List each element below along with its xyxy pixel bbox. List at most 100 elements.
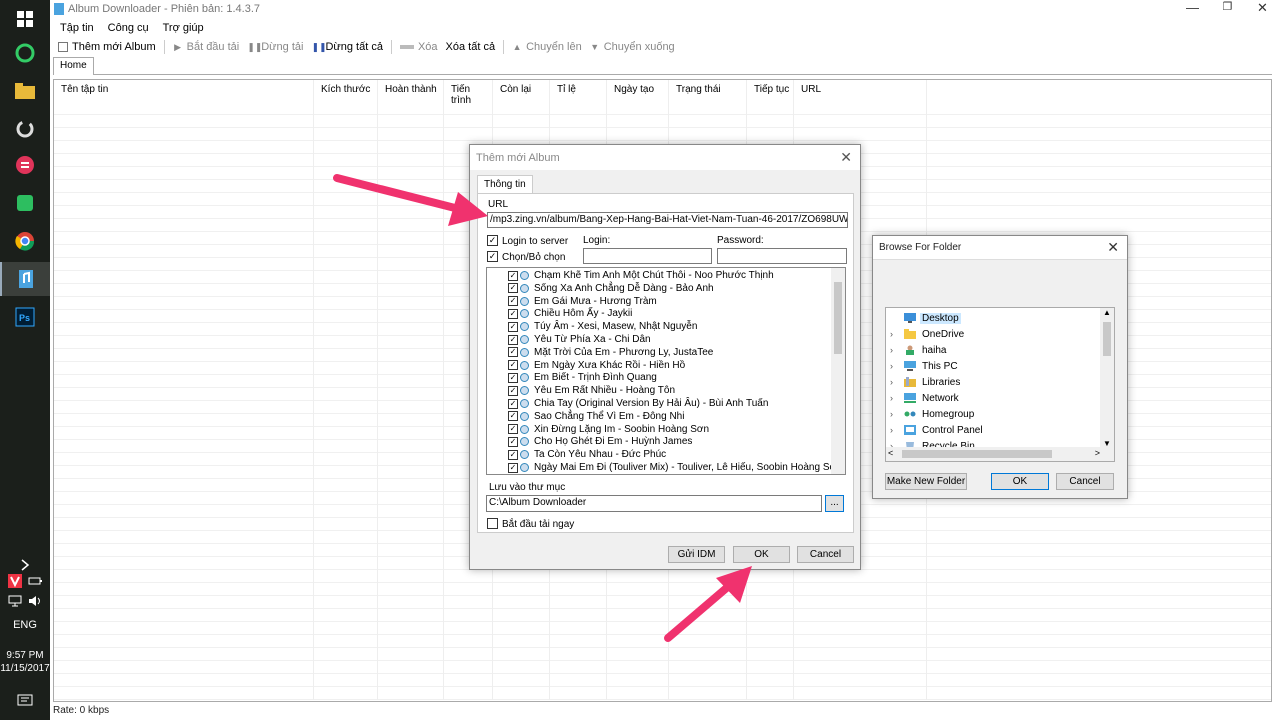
folder-item[interactable]: › Libraries: [886, 374, 962, 390]
file-explorer-icon[interactable]: [10, 76, 40, 106]
browse-folder-button[interactable]: ...: [825, 495, 844, 512]
song-checkbox[interactable]: ✓: [508, 360, 518, 371]
battery-icon[interactable]: [26, 571, 44, 591]
song-item[interactable]: ✓ Túy Âm - Xesi, Masew, Nhật Nguyễn: [487, 320, 697, 333]
folder-item[interactable]: › OneDrive: [886, 326, 966, 342]
folder-item[interactable]: › Network: [886, 390, 961, 406]
song-item[interactable]: ✓ Em Biết - Trịnh Đình Quang: [487, 371, 657, 384]
song-checkbox[interactable]: ✓: [508, 283, 518, 294]
expand-arrow-icon[interactable]: ›: [890, 425, 900, 435]
make-new-folder-button[interactable]: Make New Folder: [885, 473, 967, 490]
song-checkbox[interactable]: ✓: [508, 424, 518, 435]
song-item[interactable]: ✓ Yêu Từ Phía Xa - Chi Dân: [487, 333, 651, 346]
dialog-cancel-button[interactable]: Cancel: [797, 546, 854, 563]
menu-file[interactable]: Tập tin: [60, 22, 94, 34]
clock-time[interactable]: 9:57 PM: [0, 650, 50, 661]
folder-item[interactable]: › haiha: [886, 342, 948, 358]
add-album-dialog-close-icon[interactable]: ✕: [840, 149, 852, 166]
folder-tree-scroll-left-icon[interactable]: <: [888, 448, 893, 458]
windows-start-icon[interactable]: [10, 4, 40, 34]
song-item[interactable]: ✓ Cho Họ Ghét Đi Em - Huỳnh James: [487, 435, 692, 448]
delete-button[interactable]: Xóa: [399, 41, 438, 53]
song-tree-scroll-thumb[interactable]: [834, 282, 842, 354]
browse-ok-button[interactable]: OK: [991, 473, 1049, 490]
delete-all-button[interactable]: Xóa tất cả: [446, 41, 496, 53]
close-icon[interactable]: ✕: [1245, 0, 1280, 16]
column-filename[interactable]: Tên tập tin: [54, 80, 314, 700]
clock-date[interactable]: 11/15/2017: [0, 663, 50, 674]
login-to-server-checkbox[interactable]: ✓: [487, 235, 498, 246]
expand-arrow-icon[interactable]: ›: [890, 329, 900, 339]
volume-icon[interactable]: [26, 591, 44, 611]
cortana-icon[interactable]: [10, 38, 40, 68]
song-checkbox[interactable]: ✓: [508, 411, 518, 422]
album-downloader-taskbar-icon[interactable]: [0, 262, 50, 296]
folder-tree-vscroll-thumb[interactable]: [1103, 322, 1111, 356]
add-album-button[interactable]: Thêm mới Album: [58, 41, 156, 53]
evernote-icon[interactable]: [10, 188, 40, 218]
song-item[interactable]: ✓ Sao Chẳng Thể Vì Em - Đông Nhi: [487, 410, 684, 423]
song-checkbox[interactable]: ✓: [508, 334, 518, 345]
send-idm-button[interactable]: Gửi IDM: [668, 546, 725, 563]
dialog-ok-button[interactable]: OK: [733, 546, 790, 563]
song-tree[interactable]: ✓ Chạm Khẽ Tim Anh Một Chút Thôi - Noo Ph…: [486, 267, 846, 475]
menu-help[interactable]: Trợ giúp: [163, 22, 204, 34]
vivaldi-tray-icon[interactable]: [6, 571, 24, 591]
browse-folder-close-icon[interactable]: ✕: [1107, 239, 1119, 256]
expand-arrow-icon[interactable]: ›: [890, 377, 900, 387]
folder-tree[interactable]: Desktop › OneDrive › haiha › This PC › Libraries…: [885, 307, 1115, 462]
folder-item[interactable]: Desktop: [886, 310, 961, 326]
song-item[interactable]: ✓ Chia Tay (Original Version By Hải Âu) -…: [487, 397, 768, 410]
stop-all-button[interactable]: ❚❚ Dừng tất cả: [311, 41, 383, 53]
song-item[interactable]: ✓ Chiều Hôm Ấy - Jaykii: [487, 307, 632, 320]
language-indicator[interactable]: ENG: [0, 619, 50, 631]
url-input[interactable]: /mp3.zing.vn/album/Bang-Xep-Hang-Bai-Hat…: [487, 212, 848, 228]
minimize-icon[interactable]: —: [1175, 0, 1210, 15]
menu-tools[interactable]: Công cụ: [108, 22, 149, 34]
tab-info[interactable]: Thông tin: [477, 175, 533, 194]
song-item[interactable]: ✓ Em Ngày Xưa Khác Rồi - Hiền Hồ: [487, 359, 685, 372]
song-item[interactable]: ✓ Yêu Em Rất Nhiều - Hoàng Tôn: [487, 384, 675, 397]
song-item[interactable]: ✓ Chạm Khẽ Tim Anh Một Chút Thôi - Noo Ph…: [487, 269, 774, 282]
song-checkbox[interactable]: ✓: [508, 321, 518, 332]
song-tree-scrollbar[interactable]: [831, 268, 845, 474]
tab-home[interactable]: Home: [53, 57, 94, 75]
network-icon[interactable]: [6, 591, 24, 611]
folder-tree-hscroll-thumb[interactable]: [902, 450, 1052, 458]
stop-download-button[interactable]: ❚❚ Dừng tải: [247, 41, 303, 53]
expand-arrow-icon[interactable]: ›: [890, 345, 900, 355]
song-checkbox[interactable]: ✓: [508, 308, 518, 319]
folder-tree-scroll-right-icon[interactable]: >: [1095, 448, 1100, 458]
start-now-checkbox[interactable]: [487, 518, 498, 529]
song-item[interactable]: ✓ Mặt Trời Của Em - Phương Ly, JustaTee: [487, 346, 713, 359]
photoshop-icon[interactable]: Ps: [10, 302, 40, 332]
expand-arrow-icon[interactable]: ›: [890, 409, 900, 419]
song-checkbox[interactable]: ✓: [508, 296, 518, 307]
song-checkbox[interactable]: ✓: [508, 347, 518, 358]
chrome-icon[interactable]: [10, 226, 40, 256]
column-completed[interactable]: Hoàn thành: [378, 80, 444, 700]
start-download-button[interactable]: ▶ Bắt đầu tải: [173, 41, 239, 53]
folder-item[interactable]: › Homegroup: [886, 406, 976, 422]
song-checkbox[interactable]: ✓: [508, 398, 518, 409]
folder-item[interactable]: › This PC: [886, 358, 960, 374]
song-checkbox[interactable]: ✓: [508, 372, 518, 383]
column-size[interactable]: Kích thước: [314, 80, 378, 700]
song-checkbox[interactable]: ✓: [508, 385, 518, 396]
select-all-checkbox[interactable]: ✓: [487, 251, 498, 262]
song-item[interactable]: ✓ Ngày Mai Em Đi (Touliver Mix) - Toulive…: [487, 461, 842, 474]
login-input[interactable]: [583, 248, 712, 264]
action-center-icon[interactable]: [10, 686, 40, 716]
song-checkbox[interactable]: ✓: [508, 462, 518, 473]
song-checkbox[interactable]: ✓: [508, 270, 518, 281]
save-folder-input[interactable]: C:\Album Downloader: [486, 495, 822, 512]
browse-cancel-button[interactable]: Cancel: [1056, 473, 1114, 490]
folder-tree-hscrollbar[interactable]: < >: [886, 447, 1114, 461]
folder-item[interactable]: › Control Panel: [886, 422, 985, 438]
song-item[interactable]: ✓ Ta Còn Yêu Nhau - Đức Phúc: [487, 448, 666, 461]
password-input[interactable]: [717, 248, 847, 264]
song-item[interactable]: ✓ Xin Đừng Lặng Im - Soobin Hoàng Sơn: [487, 423, 709, 436]
expand-arrow-icon[interactable]: ›: [890, 393, 900, 403]
song-item[interactable]: ✓ Sống Xa Anh Chẳng Dễ Dàng - Bảo Anh: [487, 282, 714, 295]
song-item[interactable]: ✓ Em Gái Mưa - Hương Tràm: [487, 295, 657, 308]
